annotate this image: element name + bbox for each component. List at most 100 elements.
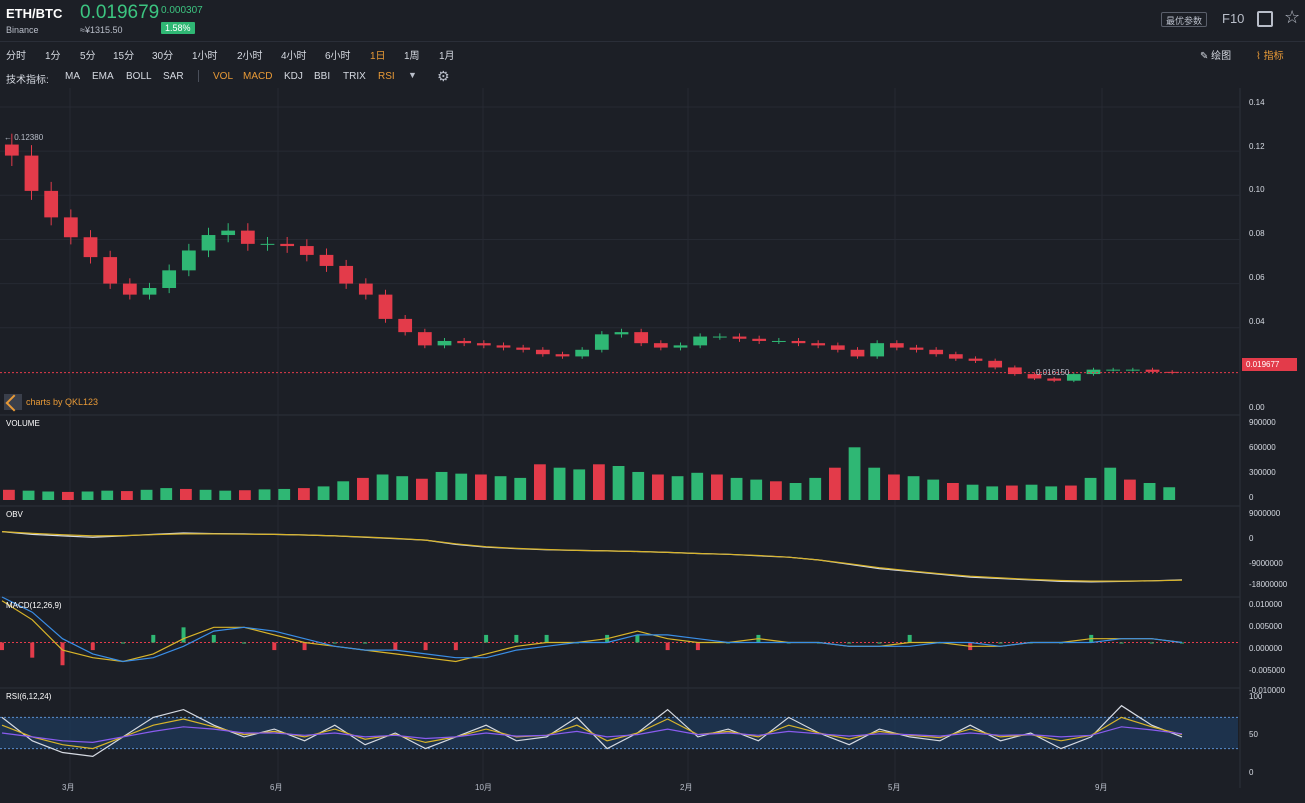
candle-body [850,349,865,357]
more-dropdown-icon[interactable]: ▼ [408,70,417,80]
macd-histogram-bar [393,642,398,651]
candle-body [221,230,236,236]
macd-histogram-bar [30,642,35,658]
exchange-label: Binance [6,25,39,35]
pencil-icon: ✎ [1200,51,1212,62]
y-tick-label: 0.000000 [1249,644,1283,653]
overlay-toggle-boll[interactable]: BOLL [126,71,152,82]
timeframe-button-active[interactable]: 1日 [370,47,386,62]
macd-histogram-bar [907,634,912,643]
y-tick-label: 0.06 [1249,273,1265,282]
timeframe-button[interactable]: 2小时 [237,47,263,62]
change-percent-badge: 1.58% [161,22,195,34]
panel-toggle-kdj[interactable]: KDJ [284,71,303,82]
indicator-button[interactable]: ⌇ 指标 [1256,47,1284,62]
timeframe-button[interactable]: 1月 [439,47,455,62]
panel-toggle-trix[interactable]: TRIX [343,71,366,82]
candle-body [457,340,472,344]
panel-toggle-macd[interactable]: MACD [243,71,272,82]
last-price-tag: 0.019677 [1242,358,1297,371]
candle-body [339,265,354,284]
volume-bar [514,477,527,500]
overlay-toggle-ema[interactable]: EMA [92,71,114,82]
candle-body [1106,369,1121,371]
timeframe-button[interactable]: 1小时 [192,47,218,62]
symbol-title: ETH/BTC [6,6,63,21]
volume-bar [337,481,350,500]
y-tick-label: 0.10 [1249,185,1265,194]
candle-body [1145,369,1160,372]
volume-bar [435,471,448,500]
timeframe-button[interactable]: 4小时 [281,47,307,62]
volume-bar [140,489,153,500]
candle-body [968,358,983,361]
volume-bar [1025,484,1038,500]
timeframe-button[interactable]: 1分 [45,47,61,62]
candle-body [555,354,570,357]
y-tick-label: 0.14 [1249,98,1265,107]
volume-bar [160,488,173,500]
candle-body [653,343,668,348]
panel-toggle-vol[interactable]: VOL [213,71,233,82]
candle-body [476,343,491,346]
candle-body [162,270,177,288]
volume-bar [927,479,940,500]
expand-icon[interactable] [1257,11,1273,27]
macd-histogram-bar [847,642,852,644]
volume-bar [750,479,763,500]
panel-title-obv: OBV [6,510,23,519]
volume-bar [1163,487,1176,500]
low-price-annotation: 0.016150 [1036,368,1070,377]
candle-body [201,235,216,251]
volume-bar [770,481,782,500]
volume-bar [947,483,959,500]
timeframe-button[interactable]: 5分 [80,47,96,62]
candle-body [673,345,688,348]
gear-icon[interactable]: ⚙ [437,68,450,85]
volume-bar [298,488,310,500]
params-button[interactable]: 最优参数 [1161,12,1208,27]
candle-body [319,254,334,266]
macd-histogram-bar [1119,642,1124,644]
timeframe-button[interactable]: 1周 [404,47,420,62]
macd-histogram-bar [60,642,65,666]
timeframe-button[interactable]: 分时 [6,47,26,62]
volume-bar [81,491,94,500]
timeframe-button[interactable]: 30分 [152,47,173,62]
star-icon[interactable]: ☆ [1284,8,1300,26]
panel-toggle-rsi[interactable]: RSI [378,71,395,82]
macd-histogram-bar [514,634,519,643]
candle-body [594,334,609,350]
x-tick-label: 3月 [62,783,75,792]
volume-bar [593,464,605,500]
candle-body [417,332,432,346]
candle-body [634,332,649,344]
candle-body [732,336,747,339]
timeframe-button[interactable]: 15分 [113,47,134,62]
panel-title-macd: MACD(12,26,9) [6,601,62,610]
price-change: 0.000307 [161,5,203,16]
overlay-toggle-ma[interactable]: MA [65,71,80,82]
draw-tool-button[interactable]: ✎ 绘图 [1200,47,1231,62]
macd-histogram-bar [242,642,247,644]
cny-price: ≈¥1315.50 [80,25,123,35]
volume-bar [632,471,645,500]
overlay-toggle-sar[interactable]: SAR [163,71,184,82]
volume-bar [3,489,15,500]
candle-body [1086,369,1101,375]
volume-bar [573,469,586,500]
f10-button[interactable]: F10 [1222,11,1244,26]
volume-bar [730,477,743,500]
y-tick-label: 0.04 [1249,317,1265,326]
chart-canvas[interactable] [0,88,1305,803]
timeframe-button[interactable]: 6小时 [325,47,351,62]
candle-body [889,343,904,348]
volume-bar [357,477,369,500]
volume-bar [1084,477,1097,500]
candle-body [909,347,924,350]
candle-body [280,243,295,247]
macd-histogram-bar [544,634,549,643]
panel-toggle-bbi[interactable]: BBI [314,71,330,82]
macd-histogram-bar [151,634,156,643]
candle-body [929,349,944,355]
